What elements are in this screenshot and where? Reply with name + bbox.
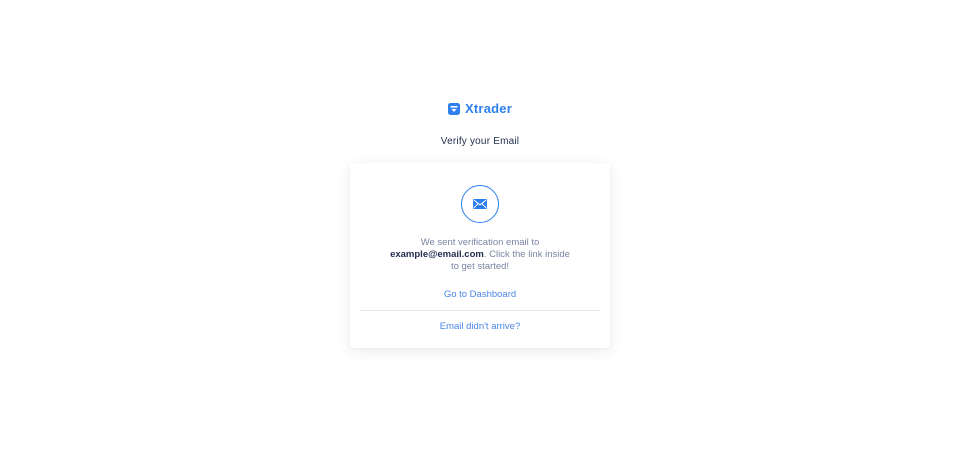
email-address: example@email.com (390, 249, 484, 260)
brand-name: Xtrader (465, 101, 512, 116)
xtrader-logo-icon (448, 102, 461, 115)
divider (360, 310, 600, 311)
brand-logo[interactable]: Xtrader (0, 101, 960, 116)
go-to-dashboard-link[interactable]: Go to Dashboard (350, 289, 610, 300)
envelope-icon (461, 185, 499, 223)
verification-message: We sent verification email to example@em… (390, 237, 570, 273)
verify-email-page: Xtrader Verify your Email We sent verifi… (0, 0, 960, 474)
email-didnt-arrive-link[interactable]: Email didn't arrive? (350, 321, 610, 332)
verification-card: We sent verification email to example@em… (350, 163, 610, 348)
message-prefix: We sent verification email to (420, 237, 540, 248)
page-title: Verify your Email (440, 136, 520, 147)
